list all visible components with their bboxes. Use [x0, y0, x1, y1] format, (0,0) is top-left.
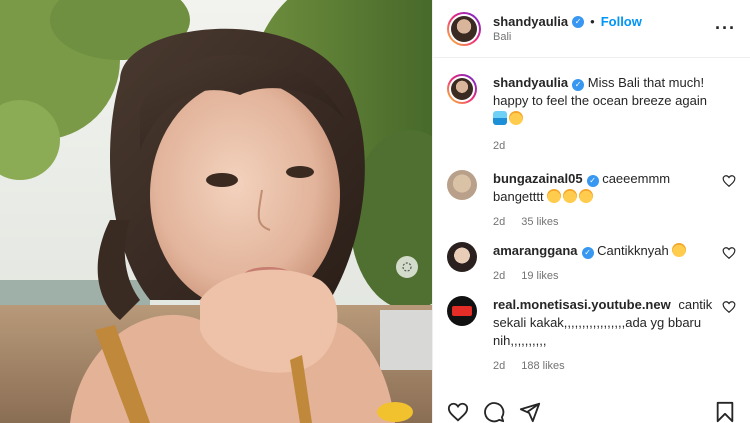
comments-list: shandyaulia ✓ Miss Bali that much! happy …	[433, 58, 750, 401]
verified-badge-icon: ✓	[572, 15, 585, 28]
share-icon[interactable]	[519, 401, 541, 423]
author-username[interactable]: shandyaulia	[493, 14, 568, 29]
smiling-hearts-emoji-icon	[509, 111, 523, 125]
comment-time: 2d	[493, 270, 506, 282]
like-comment-heart-icon[interactable]	[722, 174, 736, 188]
comment-time: 2d	[493, 216, 506, 228]
comment-username[interactable]: amaranggana	[493, 243, 578, 258]
more-horizontal-icon[interactable]: ···	[715, 18, 736, 39]
heart-icon[interactable]	[447, 401, 469, 423]
wave-emoji-icon	[493, 111, 507, 125]
comment-item: bungazainal05 ✓ caeeemmm bangetttt 2d 35 …	[447, 170, 736, 228]
follow-button[interactable]: Follow	[601, 14, 642, 29]
instagram-post: shandyaulia ✓ • Follow Bali ··· shandyau…	[0, 0, 750, 423]
verified-badge-icon: ✓	[586, 175, 599, 187]
comment-username[interactable]: bungazainal05	[493, 171, 583, 186]
comment-avatar[interactable]	[447, 170, 477, 200]
comment-avatar[interactable]	[447, 296, 477, 326]
post-photo[interactable]	[0, 0, 432, 423]
author-avatar[interactable]	[447, 11, 481, 46]
verified-badge-icon: ✓	[581, 247, 594, 259]
heart-eyes-emoji-icon	[672, 243, 687, 257]
location-link[interactable]: Bali	[493, 31, 715, 43]
separator-dot: •	[590, 14, 595, 29]
like-comment-heart-icon[interactable]	[722, 246, 736, 260]
verified-badge-icon: ✓	[572, 79, 585, 91]
comment-likes[interactable]: 35 likes	[521, 216, 558, 228]
photo-illustration	[0, 0, 432, 423]
comment-likes[interactable]: 188 likes	[521, 360, 564, 372]
heart-eyes-emoji-icon	[579, 189, 594, 203]
comment-time: 2d	[493, 360, 506, 372]
post-sidebar: shandyaulia ✓ • Follow Bali ··· shandyau…	[432, 0, 750, 423]
caption-avatar[interactable]	[447, 74, 477, 104]
bookmark-icon[interactable]	[714, 401, 736, 423]
carousel-indicator-icon[interactable]	[396, 256, 418, 278]
comment-item: real.monetisasi.youtube.new cantik sekal…	[447, 296, 736, 372]
comment-text: Cantikknyah	[597, 243, 669, 258]
heart-eyes-emoji-icon	[563, 189, 578, 203]
comment-icon[interactable]	[483, 401, 505, 423]
post-header: shandyaulia ✓ • Follow Bali ···	[433, 0, 750, 58]
comment-likes[interactable]: 19 likes	[521, 270, 558, 282]
post-actions	[433, 399, 750, 423]
caption-username[interactable]: shandyaulia	[493, 75, 568, 90]
caption: shandyaulia ✓ Miss Bali that much! happy …	[447, 74, 736, 152]
comment-username[interactable]: real.monetisasi.youtube.new	[493, 297, 671, 312]
comment-item: amaranggana ✓ Cantikknyah 2d 19 likes	[447, 242, 736, 282]
author-avatar-image	[451, 15, 477, 42]
caption-time: 2d	[493, 140, 506, 152]
heart-eyes-emoji-icon	[547, 189, 562, 203]
comment-avatar[interactable]	[447, 242, 477, 272]
like-comment-heart-icon[interactable]	[722, 300, 736, 314]
